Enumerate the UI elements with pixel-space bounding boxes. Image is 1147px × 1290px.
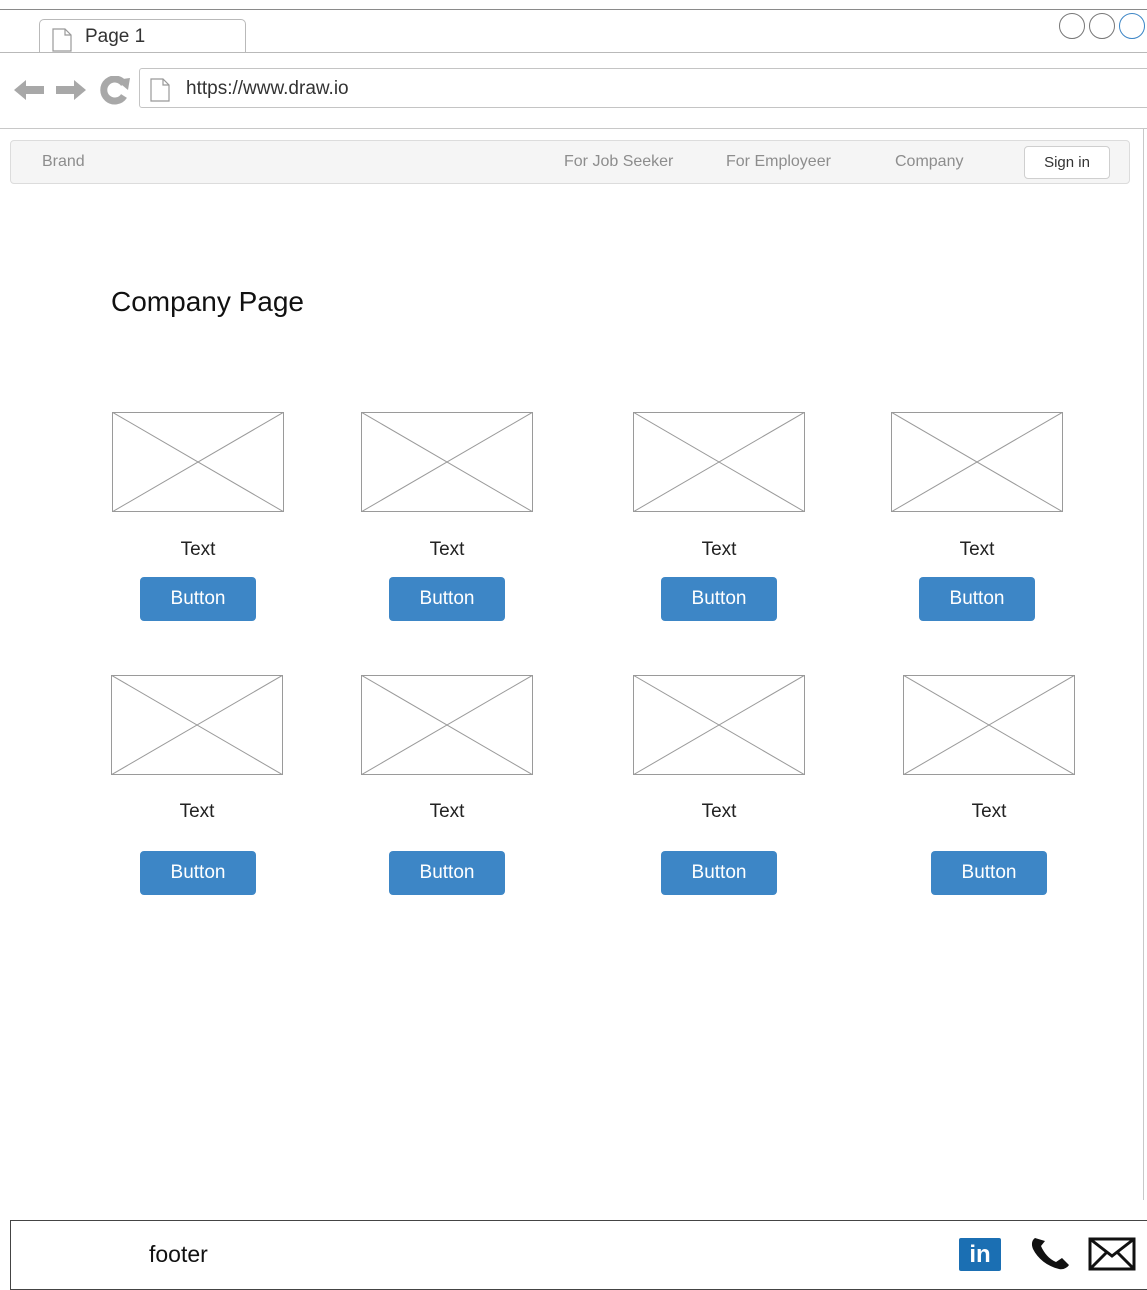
sign-in-button[interactable]: Sign in xyxy=(1024,146,1110,179)
browser-nav-controls xyxy=(12,75,132,111)
card-text: Text xyxy=(429,801,465,822)
card-text: Text xyxy=(701,539,737,560)
phone-icon[interactable] xyxy=(1029,1235,1073,1276)
page-title: Company Page xyxy=(111,286,305,317)
chrome-divider xyxy=(0,128,1147,129)
image-placeholder xyxy=(112,412,284,512)
card-button[interactable]: Button xyxy=(919,577,1035,621)
card-button[interactable]: Button xyxy=(140,577,256,621)
nav-link-job-seeker[interactable]: For Job Seeker xyxy=(564,153,673,171)
image-placeholder xyxy=(633,675,805,775)
image-placeholder xyxy=(361,412,533,512)
viewport-right-border xyxy=(1143,128,1144,1200)
tabbar-divider xyxy=(0,52,1147,53)
card-text: Text xyxy=(429,539,465,560)
card-button[interactable]: Button xyxy=(389,577,505,621)
window-minimize-circle[interactable] xyxy=(1059,13,1085,39)
url-text: https://www.draw.io xyxy=(186,78,349,99)
card-button[interactable]: Button xyxy=(140,851,256,895)
card-text: Text xyxy=(971,801,1007,822)
card-button[interactable]: Button xyxy=(661,577,777,621)
card-button[interactable]: Button xyxy=(389,851,505,895)
linkedin-icon[interactable]: in xyxy=(959,1238,1001,1271)
card-button[interactable]: Button xyxy=(661,851,777,895)
card-text: Text xyxy=(180,539,216,560)
window-close-circle[interactable] xyxy=(1119,13,1145,39)
reload-icon[interactable] xyxy=(100,75,130,105)
footer-label: footer xyxy=(149,1241,208,1267)
mail-icon[interactable] xyxy=(1088,1237,1136,1276)
nav-link-company[interactable]: Company xyxy=(895,153,963,171)
image-placeholder xyxy=(361,675,533,775)
footer: footer in xyxy=(10,1220,1147,1290)
image-placeholder xyxy=(111,675,283,775)
image-placeholder xyxy=(633,412,805,512)
card-text: Text xyxy=(701,801,737,822)
card-button[interactable]: Button xyxy=(931,851,1047,895)
nav-link-employeer[interactable]: For Employeer xyxy=(726,153,831,171)
tab-title: Page 1 xyxy=(85,26,146,47)
image-placeholder xyxy=(903,675,1075,775)
browser-tab[interactable]: Page 1 xyxy=(39,19,246,52)
window-top-border xyxy=(0,9,1147,10)
navbar-brand[interactable]: Brand xyxy=(42,153,85,171)
back-arrow-icon[interactable] xyxy=(14,80,44,100)
page-icon xyxy=(150,78,170,107)
window-controls xyxy=(1057,13,1147,39)
forward-arrow-icon[interactable] xyxy=(56,80,86,100)
image-placeholder xyxy=(891,412,1063,512)
card-text: Text xyxy=(179,801,215,822)
address-bar[interactable]: https://www.draw.io xyxy=(139,68,1147,108)
navbar: Brand For Job Seeker For Employeer Compa… xyxy=(10,140,1130,184)
window-maximize-circle[interactable] xyxy=(1089,13,1115,39)
card-text: Text xyxy=(959,539,995,560)
